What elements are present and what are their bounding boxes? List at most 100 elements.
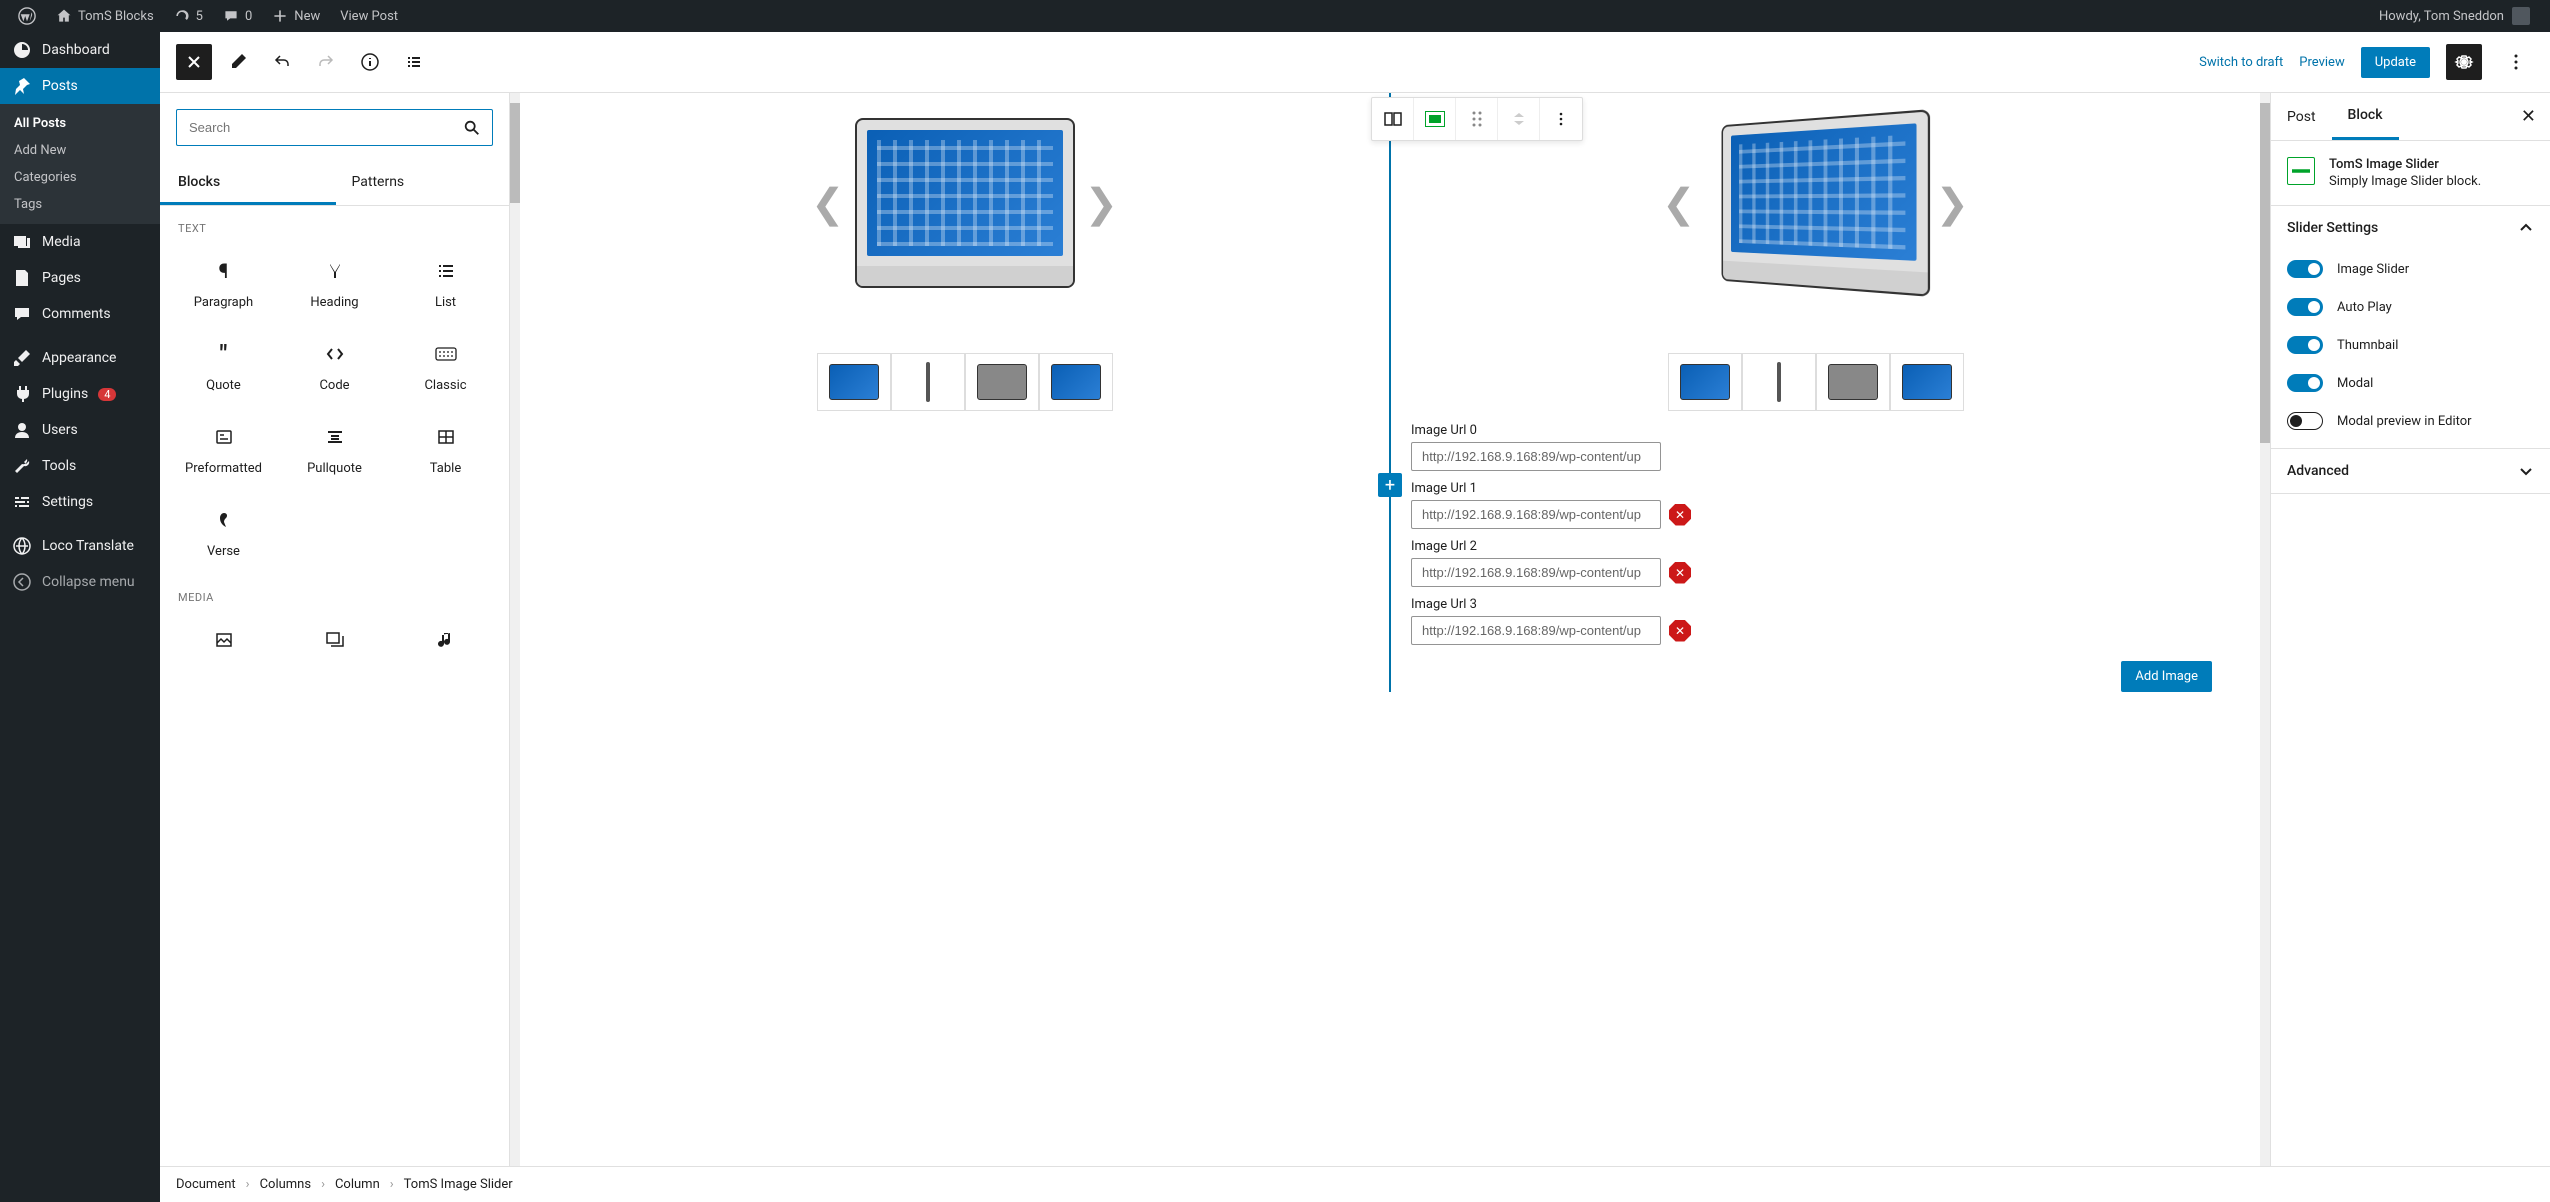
toggle-modal-preview[interactable] bbox=[2287, 412, 2323, 430]
sidebar-item-dashboard[interactable]: Dashboard bbox=[0, 32, 160, 68]
slider-prev[interactable]: ❮ bbox=[801, 180, 855, 227]
user-avatar[interactable] bbox=[2512, 7, 2530, 25]
toggle-modal[interactable] bbox=[2287, 374, 2323, 392]
toolbar-parent[interactable] bbox=[1372, 98, 1414, 140]
close-inserter-button[interactable] bbox=[176, 44, 212, 80]
block-image[interactable] bbox=[168, 612, 279, 668]
tab-patterns[interactable]: Patterns bbox=[336, 162, 510, 205]
tab-post[interactable]: Post bbox=[2271, 95, 2332, 139]
submenu-add-new[interactable]: Add New bbox=[0, 137, 160, 164]
wp-logo[interactable] bbox=[8, 0, 46, 32]
block-pullquote[interactable]: Pullquote bbox=[279, 409, 390, 492]
thumbnails-left bbox=[560, 353, 1369, 411]
submenu-tags[interactable]: Tags bbox=[0, 191, 160, 218]
canvas-scrollbar[interactable] bbox=[2260, 93, 2270, 1166]
bc-columns[interactable]: Columns bbox=[260, 1177, 312, 1192]
bc-document[interactable]: Document bbox=[176, 1177, 236, 1192]
new-content[interactable]: New bbox=[262, 0, 330, 32]
block-gallery[interactable] bbox=[279, 612, 390, 668]
url-remove-2[interactable]: ✕ bbox=[1669, 562, 1691, 584]
redo-button[interactable] bbox=[308, 44, 344, 80]
thumb-0[interactable] bbox=[817, 353, 891, 411]
list-view-button[interactable] bbox=[396, 44, 432, 80]
thumb-r2[interactable] bbox=[1816, 353, 1890, 411]
settings-toggle[interactable] bbox=[2446, 44, 2482, 80]
sidebar-item-users[interactable]: Users bbox=[0, 412, 160, 448]
sidebar-item-settings[interactable]: Settings bbox=[0, 484, 160, 520]
paragraph-icon: ¶ bbox=[212, 259, 236, 283]
block-audio[interactable] bbox=[390, 612, 501, 668]
toolbar-block-icon[interactable] bbox=[1414, 98, 1456, 140]
preview-button[interactable]: Preview bbox=[2299, 55, 2344, 70]
toggle-image-slider[interactable] bbox=[2287, 260, 2323, 278]
block-classic[interactable]: Classic bbox=[390, 326, 501, 409]
thumb-3[interactable] bbox=[1039, 353, 1113, 411]
editor-canvas[interactable]: ❮ ❯ bbox=[520, 93, 2260, 1166]
search-input[interactable] bbox=[176, 109, 493, 146]
thumb-r3[interactable] bbox=[1890, 353, 1964, 411]
comments-count[interactable]: 0 bbox=[213, 0, 262, 32]
slider-prev-r[interactable]: ❮ bbox=[1652, 180, 1706, 227]
sidebar-item-appearance[interactable]: Appearance bbox=[0, 340, 160, 376]
inserter-scrollbar[interactable] bbox=[510, 93, 520, 1166]
updates[interactable]: 5 bbox=[164, 0, 213, 32]
thumb-2[interactable] bbox=[965, 353, 1039, 411]
thumb-1[interactable] bbox=[891, 353, 965, 411]
block-preformatted[interactable]: Preformatted bbox=[168, 409, 279, 492]
slider-next[interactable]: ❯ bbox=[1075, 180, 1129, 227]
submenu-all-posts[interactable]: All Posts bbox=[0, 110, 160, 137]
sidebar-item-comments[interactable]: Comments bbox=[0, 296, 160, 332]
switch-to-draft[interactable]: Switch to draft bbox=[2199, 55, 2283, 70]
url-remove-3[interactable]: ✕ bbox=[1669, 620, 1691, 642]
update-button[interactable]: Update bbox=[2361, 47, 2430, 78]
site-home[interactable]: TomS Blocks bbox=[46, 0, 164, 32]
section-advanced[interactable]: Advanced bbox=[2271, 449, 2550, 493]
view-post[interactable]: View Post bbox=[330, 0, 408, 32]
sidebar-item-posts[interactable]: Posts bbox=[0, 68, 160, 104]
sidebar-item-tools[interactable]: Tools bbox=[0, 448, 160, 484]
tab-blocks[interactable]: Blocks bbox=[160, 162, 336, 205]
column-left[interactable]: ❮ ❯ bbox=[540, 93, 1389, 692]
more-options[interactable] bbox=[2498, 44, 2534, 80]
url-remove-1[interactable]: ✕ bbox=[1669, 504, 1691, 526]
plug-icon bbox=[12, 384, 32, 404]
block-table[interactable]: Table bbox=[390, 409, 501, 492]
toolbar-move[interactable] bbox=[1498, 98, 1540, 140]
block-verse[interactable]: Verse bbox=[168, 492, 279, 575]
howdy-text[interactable]: Howdy, Tom Sneddon bbox=[2379, 9, 2504, 24]
info-icon bbox=[360, 52, 380, 72]
toggle-auto-play[interactable] bbox=[2287, 298, 2323, 316]
block-quote[interactable]: "Quote bbox=[168, 326, 279, 409]
section-slider-settings[interactable]: Slider Settings bbox=[2271, 206, 2550, 250]
info-button[interactable] bbox=[352, 44, 388, 80]
column-right[interactable]: ❮ ❯ Image Url 0 bbox=[1391, 93, 2240, 692]
sidebar-item-media[interactable]: Media bbox=[0, 224, 160, 260]
block-code[interactable]: Code bbox=[279, 326, 390, 409]
thumb-r0[interactable] bbox=[1668, 353, 1742, 411]
sidebar-item-plugins[interactable]: Plugins 4 bbox=[0, 376, 160, 412]
sidebar-item-pages[interactable]: Pages bbox=[0, 260, 160, 296]
submenu-categories[interactable]: Categories bbox=[0, 164, 160, 191]
sidebar-item-loco[interactable]: Loco Translate bbox=[0, 528, 160, 564]
sidebar-collapse[interactable]: Collapse menu bbox=[0, 564, 160, 600]
tab-block[interactable]: Block bbox=[2332, 93, 2399, 140]
insert-block-between[interactable]: + bbox=[1378, 473, 1402, 497]
url-input-1[interactable] bbox=[1411, 500, 1661, 529]
add-image-button[interactable]: Add Image bbox=[2121, 661, 2212, 692]
undo-button[interactable] bbox=[264, 44, 300, 80]
slider-next-r[interactable]: ❯ bbox=[1926, 180, 1980, 227]
block-heading[interactable]: Heading bbox=[279, 243, 390, 326]
toggle-thumbnail[interactable] bbox=[2287, 336, 2323, 354]
url-input-3[interactable] bbox=[1411, 616, 1661, 645]
bc-column[interactable]: Column bbox=[335, 1177, 380, 1192]
block-list[interactable]: List bbox=[390, 243, 501, 326]
toolbar-more[interactable] bbox=[1540, 98, 1582, 140]
url-input-0[interactable] bbox=[1411, 442, 1661, 471]
block-paragraph[interactable]: ¶Paragraph bbox=[168, 243, 279, 326]
thumb-r1[interactable] bbox=[1742, 353, 1816, 411]
edit-mode-button[interactable] bbox=[220, 44, 256, 80]
url-input-2[interactable] bbox=[1411, 558, 1661, 587]
toolbar-drag[interactable] bbox=[1456, 98, 1498, 140]
close-settings-button[interactable]: ✕ bbox=[2507, 106, 2550, 127]
bc-current[interactable]: TomS Image Slider bbox=[404, 1177, 513, 1192]
